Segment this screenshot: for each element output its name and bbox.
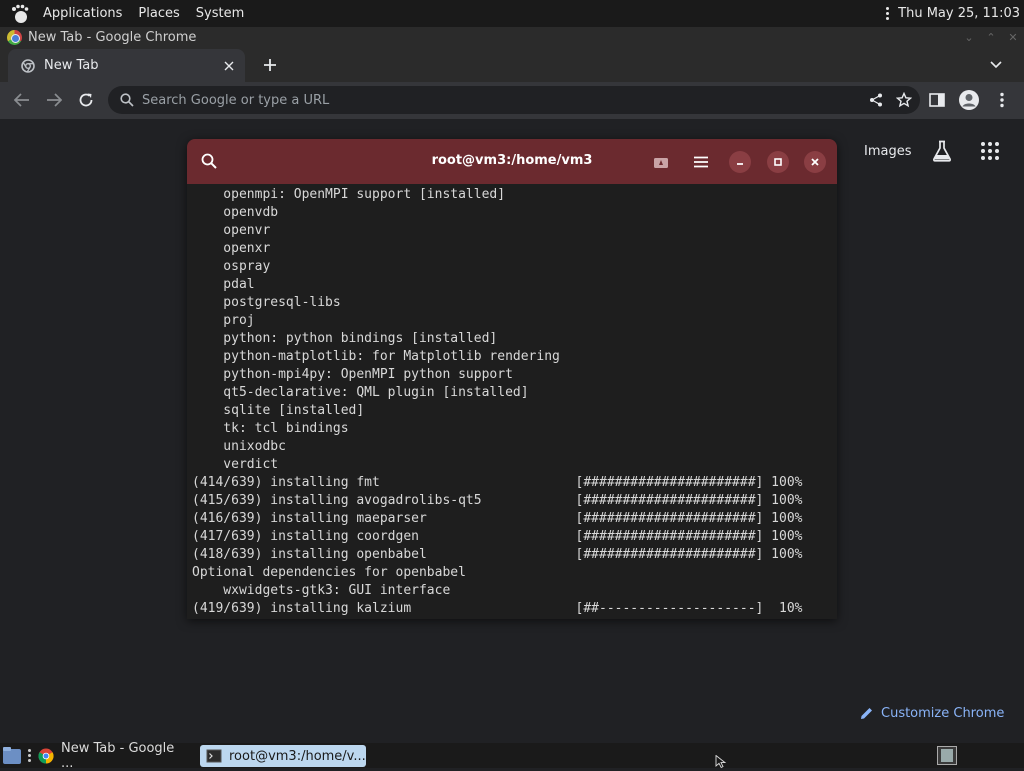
terminal-line: openxr	[192, 241, 271, 256]
panel-clock[interactable]: Thu May 25, 11:03	[898, 6, 1020, 21]
terminal-line: proj	[192, 313, 255, 328]
chrome-toolbar	[0, 82, 1024, 119]
places-menu[interactable]: Places	[130, 0, 187, 27]
omnibox-input[interactable]	[142, 92, 864, 108]
tab-label: New Tab	[44, 58, 99, 73]
terminal-line: verdict	[192, 457, 279, 472]
terminal-line: ospray	[192, 259, 271, 274]
terminal-line: openvr	[192, 223, 271, 238]
terminal-window[interactable]: root@vm3:/home/vm3 openmpi: OpenMPI supp…	[187, 139, 837, 619]
terminal-line: pdal	[192, 277, 255, 292]
window-maximize-icon[interactable]: ⌃	[980, 31, 1002, 44]
terminal-line: openvdb	[192, 205, 279, 220]
taskbar-item-chrome-label: New Tab - Google ...	[61, 741, 175, 771]
omnibox[interactable]	[108, 86, 920, 114]
new-tab-icon[interactable]	[258, 53, 282, 77]
customize-chrome-label: Customize Chrome	[881, 705, 1005, 721]
reload-icon[interactable]	[74, 88, 98, 112]
bottom-taskbar: New Tab - Google ... root@vm3:/home/v...	[0, 741, 1024, 771]
terminal-line: sqlite [installed]	[192, 403, 365, 418]
taskbar-item-terminal-label: root@vm3:/home/v...	[229, 748, 366, 764]
terminal-line: (415/639) installing avogadrolibs-qt5 [#…	[192, 493, 803, 508]
google-apps-icon[interactable]	[979, 140, 1001, 162]
tab-close-icon[interactable]	[221, 58, 237, 74]
bookmark-star-icon[interactable]	[892, 88, 916, 112]
chrome-title-bar: New Tab - Google Chrome ⌄ ⌃ ✕	[0, 27, 1024, 48]
gnome-foot-icon[interactable]	[9, 3, 31, 25]
terminal-maximize-icon[interactable]	[767, 151, 789, 173]
search-icon	[118, 91, 136, 109]
terminal-line: openmpi: OpenMPI support [installed]	[192, 187, 506, 202]
system-menu[interactable]: System	[188, 0, 252, 27]
panel-kebab-icon[interactable]	[882, 7, 892, 20]
terminal-line: wxwidgets-gtk3: GUI interface	[192, 583, 451, 598]
labs-flask-icon[interactable]	[930, 139, 954, 163]
customize-chrome-button[interactable]: Customize Chrome	[858, 703, 1004, 723]
mouse-cursor-icon	[715, 755, 727, 768]
taskbar-item-terminal[interactable]: root@vm3:/home/v...	[200, 745, 366, 767]
terminal-line: (418/639) installing openbabel [########…	[192, 547, 803, 562]
terminal-new-tab-icon[interactable]	[650, 151, 672, 173]
window-minimize-icon[interactable]: ⌄	[958, 31, 980, 44]
terminal-close-icon[interactable]	[804, 151, 826, 173]
terminal-minimize-icon[interactable]	[729, 151, 751, 173]
side-panel-icon[interactable]	[925, 88, 949, 112]
tab-strip: New Tab	[0, 48, 1024, 82]
terminal-hamburger-menu-icon[interactable]	[690, 151, 712, 173]
tab-search-chevron-icon[interactable]	[984, 53, 1008, 77]
terminal-line: python-matplotlib: for Matplotlib render…	[192, 349, 560, 364]
chrome-taskbar-icon	[38, 748, 54, 764]
chrome-logo-icon	[7, 30, 22, 45]
tab-new-tab[interactable]: New Tab	[8, 49, 245, 82]
chrome-window-title: New Tab - Google Chrome	[28, 30, 197, 45]
profile-avatar-icon[interactable]	[957, 88, 981, 112]
images-link[interactable]: Images	[864, 144, 912, 159]
terminal-line: qt5-declarative: QML plugin [installed]	[192, 385, 529, 400]
pencil-icon	[858, 705, 874, 721]
taskbar-item-chrome[interactable]: New Tab - Google ...	[32, 741, 194, 771]
chrome-favicon-icon	[20, 58, 36, 74]
chrome-menu-icon[interactable]	[990, 88, 1014, 112]
terminal-line: unixodbc	[192, 439, 286, 454]
workspace-switcher[interactable]	[937, 746, 957, 765]
show-desktop-icon[interactable]	[2, 746, 22, 765]
applications-menu[interactable]: Applications	[35, 0, 130, 27]
terminal-line: (416/639) installing maeparser [########…	[192, 511, 803, 526]
terminal-line: Optional dependencies for openbabel	[192, 565, 466, 580]
terminal-line: (419/639) installing kalzium [##--------…	[192, 601, 803, 616]
terminal-line: postgresql-libs	[192, 295, 341, 310]
terminal-line: tk: tcl bindings	[192, 421, 349, 436]
top-panel: Applications Places System Thu May 25, 1…	[0, 0, 1024, 27]
terminal-line: python-mpi4py: OpenMPI python support	[192, 367, 513, 382]
terminal-line: (414/639) installing fmt [##############…	[192, 475, 803, 490]
terminal-line: python: python bindings [installed]	[192, 331, 498, 346]
terminal-header-bar[interactable]: root@vm3:/home/vm3	[187, 139, 837, 184]
window-close-icon[interactable]: ✕	[1002, 31, 1024, 44]
terminal-taskbar-icon	[206, 748, 222, 764]
share-icon[interactable]	[864, 88, 888, 112]
terminal-output[interactable]: openmpi: OpenMPI support [installed] ope…	[192, 186, 837, 619]
terminal-line: (417/639) installing coordgen [#########…	[192, 529, 803, 544]
forward-arrow-icon[interactable]	[42, 88, 66, 112]
back-arrow-icon[interactable]	[10, 88, 34, 112]
